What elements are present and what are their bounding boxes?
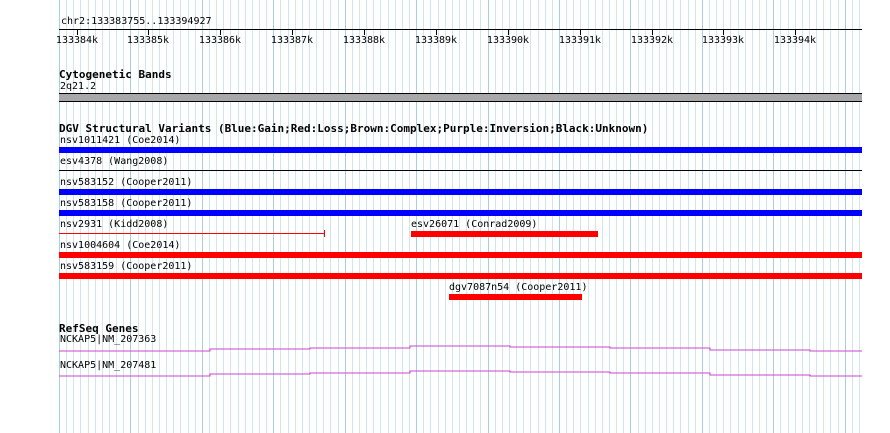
ruler-tick-label: 133391k <box>558 35 602 46</box>
cytoband-track-title: Cytogenetic Bands <box>59 68 172 81</box>
dgv-feature-label: nsv583158 (Cooper2011) <box>60 198 193 209</box>
dgv-feature-bar[interactable] <box>449 294 582 300</box>
dgv-feature-bar[interactable] <box>59 147 862 153</box>
ruler-tick-label: 133386k <box>198 35 242 46</box>
ruler-axis <box>59 29 862 30</box>
dgv-feature-bar[interactable] <box>59 170 862 171</box>
dgv-feature-label: nsv583152 (Cooper2011) <box>60 177 193 188</box>
ruler-tick-label: 133384k <box>55 35 99 46</box>
dgv-feature-bar[interactable] <box>59 189 862 195</box>
dgv-feature-label: nsv2931 (Kidd2008) <box>60 219 169 230</box>
gene-model-nm-207481[interactable] <box>0 366 890 386</box>
dgv-feature-bar[interactable] <box>59 252 862 258</box>
ruler-tick-label: 133392k <box>630 35 674 46</box>
dgv-feature-bar[interactable] <box>59 210 862 216</box>
dgv-feature-label: esv4378 (Wang2008) <box>60 156 169 167</box>
ruler-tick-label: 133385k <box>126 35 170 46</box>
dgv-feature-label: esv26071 (Conrad2009) <box>411 219 538 230</box>
ruler-tick-label: 133394k <box>773 35 817 46</box>
dgv-track-title: DGV Structural Variants (Blue:Gain;Red:L… <box>59 122 649 135</box>
gene-model-nm-207363[interactable] <box>0 340 890 360</box>
dgv-feature-label: nsv1004604 (Coe2014) <box>60 240 181 251</box>
ruler-tick-label: 133390k <box>486 35 530 46</box>
dgv-feature-end-tick <box>324 230 325 237</box>
ruler-tick-label: 133387k <box>270 35 314 46</box>
dgv-feature-label: dgv7087n54 (Cooper2011) <box>449 282 588 293</box>
dgv-feature-label: nsv1011421 (Coe2014) <box>60 135 181 146</box>
dgv-feature-bar[interactable] <box>411 231 598 237</box>
dgv-feature-bar[interactable] <box>59 233 325 234</box>
cytoband-bar[interactable] <box>59 93 862 102</box>
ruler-tick-label: 133393k <box>701 35 745 46</box>
ruler-tick-label: 133389k <box>414 35 458 46</box>
dgv-feature-label: nsv583159 (Cooper2011) <box>60 261 193 272</box>
cytoband-label: 2q21.2 <box>60 81 97 92</box>
dgv-feature-bar[interactable] <box>59 273 862 279</box>
location-label: chr2:133383755..133394927 <box>61 16 212 27</box>
ruler-tick-label: 133388k <box>342 35 386 46</box>
